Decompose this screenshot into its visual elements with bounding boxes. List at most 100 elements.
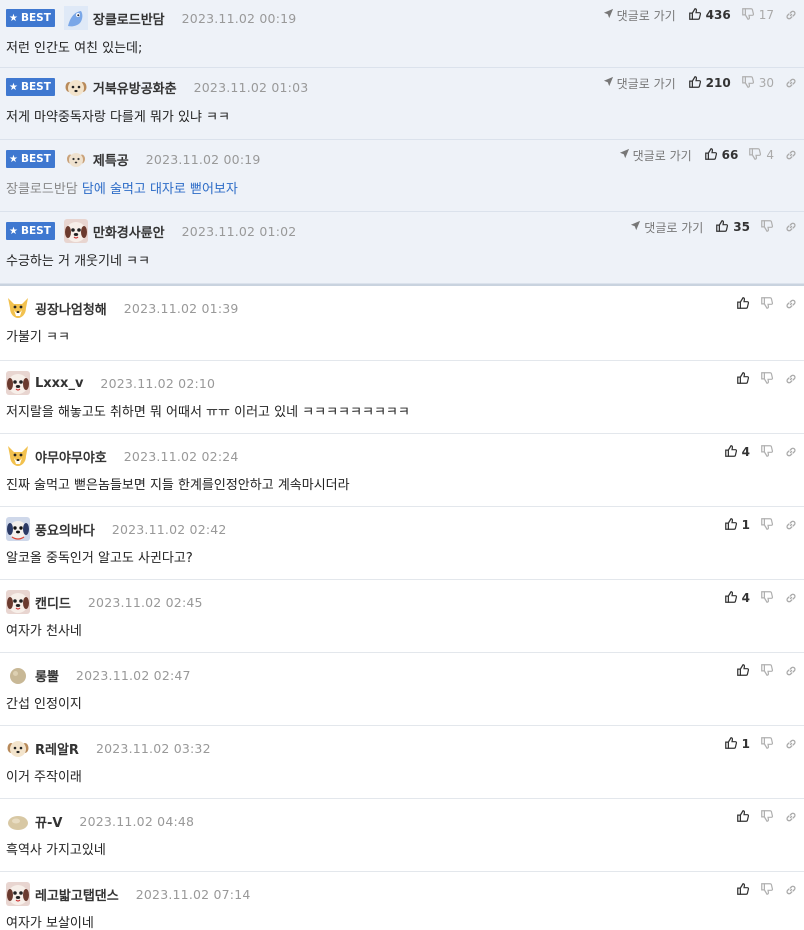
downvote-button[interactable] bbox=[760, 296, 774, 313]
share-link-icon[interactable] bbox=[784, 148, 798, 162]
upvote-count: 4 bbox=[741, 445, 750, 459]
star-icon: ★ bbox=[9, 12, 18, 24]
avatar[interactable] bbox=[6, 590, 30, 614]
thumb-up-icon bbox=[715, 219, 729, 236]
upvote-button[interactable]: 1 bbox=[724, 736, 750, 753]
upvote-button[interactable] bbox=[736, 663, 750, 680]
share-link-icon[interactable] bbox=[784, 297, 798, 311]
nickname[interactable]: 야무야무야호 bbox=[35, 447, 107, 466]
downvote-button[interactable]: 30 bbox=[741, 75, 774, 92]
avatar[interactable] bbox=[6, 809, 30, 833]
share-link-icon[interactable] bbox=[784, 76, 798, 90]
nickname[interactable]: 캔디드 bbox=[35, 593, 71, 612]
upvote-button[interactable] bbox=[736, 296, 750, 313]
comment-body: 여자가 보살이네 bbox=[6, 912, 94, 930]
share-link-icon[interactable] bbox=[784, 664, 798, 678]
upvote-count: 4 bbox=[741, 591, 750, 605]
nickname[interactable]: 만화경사륜안 bbox=[93, 222, 165, 241]
nickname[interactable]: 굉장나엄청해 bbox=[35, 299, 107, 318]
upvote-button[interactable]: 35 bbox=[715, 219, 750, 236]
nickname[interactable]: R레알R bbox=[35, 739, 79, 758]
share-link-icon[interactable] bbox=[784, 445, 798, 459]
downvote-button[interactable] bbox=[760, 882, 774, 899]
downvote-button[interactable] bbox=[760, 219, 774, 236]
avatar[interactable] bbox=[63, 6, 88, 30]
nickname[interactable]: 장클로드반담 bbox=[93, 9, 165, 28]
upvote-button[interactable]: 436 bbox=[688, 7, 731, 24]
comment-header: R레알R 2023.11.02 03:32 bbox=[6, 736, 211, 760]
downvote-button[interactable]: 17 bbox=[741, 7, 774, 24]
downvote-button[interactable] bbox=[760, 590, 774, 607]
comment-body: 여자가 천사네 bbox=[6, 620, 82, 639]
downvote-button[interactable]: 4 bbox=[748, 147, 774, 164]
goto-comment-link[interactable]: 댓글로 가기 bbox=[630, 219, 703, 236]
nickname[interactable]: 롱뿔 bbox=[35, 666, 59, 685]
avatar[interactable] bbox=[64, 147, 88, 171]
avatar[interactable] bbox=[6, 296, 30, 320]
share-link-icon[interactable] bbox=[784, 220, 798, 234]
avatar[interactable] bbox=[6, 736, 30, 760]
share-link-icon[interactable] bbox=[784, 737, 798, 751]
comment-text: 흑역사 가지고있네 bbox=[6, 843, 106, 858]
downvote-button[interactable] bbox=[760, 663, 774, 680]
avatar[interactable] bbox=[6, 882, 30, 906]
thumb-down-icon bbox=[760, 809, 774, 826]
downvote-button[interactable] bbox=[760, 736, 774, 753]
downvote-button[interactable] bbox=[760, 444, 774, 461]
upvote-count: 1 bbox=[741, 518, 750, 532]
share-link-icon[interactable] bbox=[784, 8, 798, 22]
best-badge: ★ BEST bbox=[6, 222, 55, 240]
comment-body: 저런 인간도 여친 있는데; bbox=[6, 37, 142, 56]
share-link-icon[interactable] bbox=[784, 372, 798, 386]
comment-date: 2023.11.02 01:03 bbox=[193, 79, 309, 95]
nickname[interactable]: Lxxx_v bbox=[35, 376, 83, 391]
comment-date: 2023.11.02 07:14 bbox=[135, 886, 251, 902]
upvote-button[interactable]: 210 bbox=[688, 75, 731, 92]
upvote-button[interactable] bbox=[736, 882, 750, 899]
avatar[interactable] bbox=[6, 444, 30, 468]
downvote-button[interactable] bbox=[760, 371, 774, 388]
comment: Lxxx_v 2023.11.02 02:10 저지랄을 해놓고도 취하면 뭐 어때… bbox=[0, 361, 804, 434]
comment-body: 알코올 중독인거 알고도 사귄다고? bbox=[6, 547, 193, 566]
goto-comment-link[interactable]: 댓글로 가기 bbox=[603, 7, 676, 24]
share-link-icon[interactable] bbox=[784, 591, 798, 605]
best-label: BEST bbox=[20, 81, 51, 93]
upvote-button[interactable]: 4 bbox=[724, 444, 750, 461]
upvote-button[interactable] bbox=[736, 371, 750, 388]
star-icon: ★ bbox=[9, 153, 18, 165]
avatar[interactable] bbox=[63, 219, 88, 243]
comment-date: 2023.11.02 02:47 bbox=[75, 667, 191, 683]
nickname[interactable]: 거북유방공화춘 bbox=[93, 78, 177, 97]
comment-text: 진짜 술먹고 뻗은놈들보면 지들 한계를인정안하고 계속마시더라 bbox=[6, 478, 350, 493]
avatar[interactable] bbox=[64, 75, 88, 99]
comment-actions: 댓글로 가기 210 30 bbox=[603, 74, 798, 92]
upvote-count: 66 bbox=[721, 148, 739, 162]
comment-date: 2023.11.02 01:02 bbox=[181, 223, 297, 239]
goto-comment-link[interactable]: 댓글로 가기 bbox=[603, 75, 676, 92]
thumb-down-icon bbox=[760, 371, 774, 388]
upvote-button[interactable]: 1 bbox=[724, 517, 750, 534]
upvote-button[interactable]: 4 bbox=[724, 590, 750, 607]
downvote-button[interactable] bbox=[760, 517, 774, 534]
nickname[interactable]: 풍요의바다 bbox=[35, 520, 95, 539]
goto-comment-link[interactable]: 댓글로 가기 bbox=[619, 147, 692, 164]
comment-date: 2023.11.02 02:42 bbox=[111, 521, 227, 537]
nickname[interactable]: 뀨-V bbox=[35, 812, 62, 831]
comment-text: 간섭 인정이지 bbox=[6, 697, 82, 712]
avatar[interactable] bbox=[6, 663, 30, 687]
downvote-button[interactable] bbox=[760, 809, 774, 826]
share-link-icon[interactable] bbox=[784, 810, 798, 824]
upvote-button[interactable]: 66 bbox=[704, 147, 739, 164]
nickname[interactable]: 제특공 bbox=[93, 150, 129, 169]
upvote-button[interactable] bbox=[736, 809, 750, 826]
nickname[interactable]: 레고밟고탭댄스 bbox=[35, 885, 119, 904]
comment-text: 여자가 보살이네 bbox=[6, 916, 94, 930]
share-link-icon[interactable] bbox=[784, 518, 798, 532]
comment-actions: 1 bbox=[724, 516, 798, 534]
comment-actions bbox=[736, 370, 798, 388]
avatar[interactable] bbox=[6, 517, 30, 541]
share-link-icon[interactable] bbox=[784, 883, 798, 897]
avatar[interactable] bbox=[6, 371, 30, 395]
comment-actions: 1 bbox=[724, 735, 798, 753]
best-badge: ★ BEST bbox=[6, 78, 55, 96]
